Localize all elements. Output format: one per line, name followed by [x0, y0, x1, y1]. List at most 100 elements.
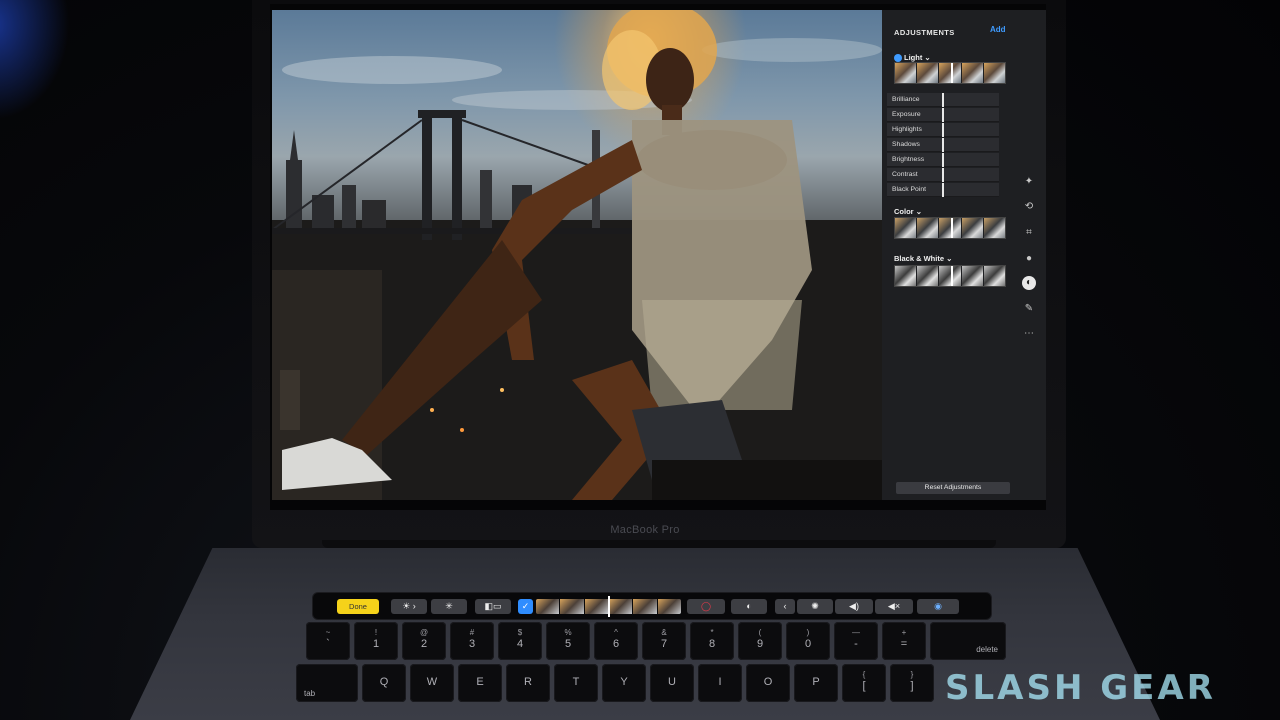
key-9[interactable]: (9 [738, 622, 782, 660]
adjustments-panel: ADJUSTMENTS Add Light ⌄ Brilliance Expos… [882, 10, 1046, 500]
key-char: R [524, 676, 532, 688]
device-label: MacBook Pro [610, 524, 680, 536]
key-3[interactable]: #3 [450, 622, 494, 660]
crop-icon[interactable]: ⌗ [1022, 226, 1036, 240]
key-open-bracket[interactable]: {[ [842, 664, 886, 702]
color-preview-strip[interactable] [894, 217, 1006, 239]
key-w[interactable]: W [410, 664, 454, 702]
key-char: I [718, 676, 722, 688]
add-button[interactable]: Add [990, 25, 1006, 34]
touchbar-done-button[interactable]: Done [337, 599, 379, 614]
slider-highlights[interactable]: Highlights [887, 123, 999, 137]
brightness-icon[interactable]: ☀ › [391, 599, 427, 614]
key-label: tab [304, 689, 316, 698]
key-char: T [572, 676, 580, 688]
mute-icon[interactable]: ◀× [875, 599, 913, 614]
reset-adjustments-button[interactable]: Reset Adjustments [896, 482, 1010, 494]
key-0[interactable]: ) 0 [786, 622, 830, 660]
key-i[interactable]: I [698, 664, 742, 702]
enhance-icon[interactable]: ✳ [431, 599, 467, 614]
compare-icon[interactable]: ◧▭ [475, 599, 511, 614]
checkmark-icon[interactable]: ✓ [518, 599, 533, 614]
key-4[interactable]: $4 [498, 622, 542, 660]
section-light-header[interactable]: Light ⌄ [904, 53, 931, 62]
key-tab[interactable]: tab [296, 664, 358, 702]
key-6[interactable]: ^ 6 [594, 622, 638, 660]
scrubber-thumb [560, 599, 584, 614]
light-strip-handle[interactable] [951, 63, 953, 83]
laptop-hinge [322, 540, 996, 548]
retouch-icon[interactable]: ✎ [1022, 302, 1036, 316]
slider-handle[interactable] [942, 138, 944, 152]
photo-canvas[interactable] [272, 10, 882, 500]
slider-label: Brilliance [892, 96, 920, 103]
color-wheel-icon[interactable]: ◯ [687, 599, 725, 614]
slider-handle[interactable] [942, 153, 944, 167]
key-8[interactable]: * 8 [690, 622, 734, 660]
key-5[interactable]: % 5 [546, 622, 590, 660]
key-delete[interactable]: delete [930, 622, 1006, 660]
contrast-icon[interactable]: ◐ [731, 599, 767, 614]
bw-preview-strip[interactable] [894, 265, 1006, 287]
key-minus[interactable]: — - [834, 622, 878, 660]
key-o[interactable]: O [746, 664, 790, 702]
slider-handle[interactable] [942, 168, 944, 182]
slider-brightness[interactable]: Brightness [887, 153, 999, 167]
slider-label: Black Point [892, 186, 927, 193]
section-bw-header[interactable]: Black & White ⌄ [894, 254, 952, 263]
slider-brilliance[interactable]: Brilliance [887, 93, 999, 107]
key-1[interactable]: ! 1 [354, 622, 398, 660]
scrubber-handle[interactable] [608, 596, 610, 617]
bw-strip-handle[interactable] [951, 266, 953, 286]
key-p[interactable]: P [794, 664, 838, 702]
key-y[interactable]: Y [602, 664, 646, 702]
key-bottom-char: 5 [564, 638, 572, 650]
key-e[interactable]: E [458, 664, 502, 702]
key-2[interactable]: @2 [402, 622, 446, 660]
key-top-char: * [710, 628, 714, 637]
key-top-char: % [564, 628, 572, 637]
slider-handle[interactable] [942, 123, 944, 137]
key-7[interactable]: & 7 [642, 622, 686, 660]
key-t[interactable]: T [554, 664, 598, 702]
section-light-label: Light [904, 53, 923, 62]
touch-bar: Done ☀ › ✳ ◧▭ ✓ ◯ ◐ ‹ ✺ ◀) ◀× ◉ [312, 592, 992, 620]
volume-icon[interactable]: ◀) [835, 599, 873, 614]
key-backtick[interactable]: ~ ` [306, 622, 350, 660]
light-thumb [917, 63, 939, 83]
key-top-char: ~ [325, 628, 331, 637]
slider-exposure[interactable]: Exposure [887, 108, 999, 122]
rotate-icon[interactable]: ⟲ [1022, 200, 1036, 214]
color-strip-handle[interactable] [951, 218, 953, 238]
key-top-char: } [910, 670, 914, 679]
expand-icon[interactable]: ‹ [775, 599, 795, 614]
key-equals[interactable]: + = [882, 622, 926, 660]
siri-icon[interactable]: ◉ [917, 599, 959, 614]
adjust-icon[interactable]: ◐ [1022, 276, 1036, 290]
light-enabled-icon[interactable] [894, 54, 902, 62]
more-icon[interactable]: ⋯ [1022, 327, 1036, 341]
slider-shadows[interactable]: Shadows [887, 138, 999, 152]
key-u[interactable]: U [650, 664, 694, 702]
slider-black-point[interactable]: Black Point [887, 183, 999, 197]
key-top-char: — [852, 628, 860, 637]
key-r[interactable]: R [506, 664, 550, 702]
bw-thumb [895, 266, 917, 286]
screen-brightness-icon[interactable]: ✺ [797, 599, 833, 614]
slider-label: Brightness [892, 156, 925, 163]
slider-contrast[interactable]: Contrast [887, 168, 999, 182]
chevron-down-icon: ⌄ [924, 53, 931, 62]
slider-handle[interactable] [942, 93, 944, 107]
key-char: Q [379, 676, 389, 688]
section-color-header[interactable]: Color ⌄ [894, 207, 922, 216]
slider-handle[interactable] [942, 183, 944, 197]
slider-label: Contrast [892, 171, 918, 178]
key-bottom-char: ] [910, 680, 914, 692]
magic-wand-icon[interactable]: ✦ [1022, 175, 1036, 189]
key-char: O [763, 676, 773, 688]
filters-icon[interactable]: ● [1022, 252, 1036, 266]
slider-handle[interactable] [942, 108, 944, 122]
key-q[interactable]: Q [362, 664, 406, 702]
key-close-bracket[interactable]: }] [890, 664, 934, 702]
light-preview-strip[interactable] [894, 62, 1006, 84]
